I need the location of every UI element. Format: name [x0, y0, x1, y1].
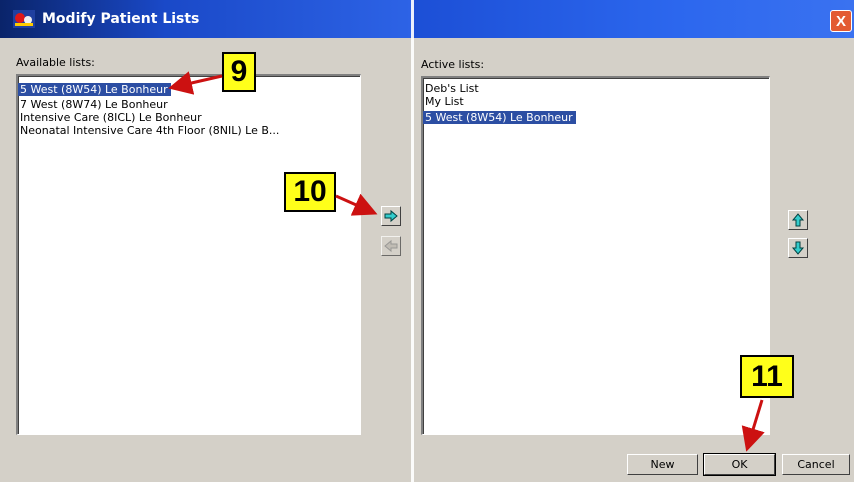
active-list-item[interactable]: My List	[423, 95, 769, 108]
available-list-item[interactable]: 7 West (8W74) Le Bonheur	[18, 98, 360, 111]
callout-10: 10	[284, 172, 336, 212]
available-lists-listbox[interactable]: 5 West (8W54) Le Bonheur 7 West (8W74) L…	[16, 74, 361, 435]
move-left-button[interactable]	[381, 236, 401, 256]
callout-9: 9	[222, 52, 256, 92]
new-button[interactable]: New	[627, 454, 698, 475]
available-lists-label: Available lists:	[16, 56, 95, 69]
ok-button[interactable]: OK	[703, 453, 776, 476]
arrow-left-icon	[384, 239, 398, 253]
arrow-down-icon	[791, 241, 805, 255]
move-right-button[interactable]	[381, 206, 401, 226]
active-list-item[interactable]: 5 West (8W54) Le Bonheur	[423, 111, 576, 124]
arrow-right-icon	[384, 209, 398, 223]
title-bar-right: X	[413, 0, 854, 38]
arrow-up-icon	[791, 213, 805, 227]
active-lists-listbox[interactable]: Deb's List My List 5 West (8W54) Le Bonh…	[421, 76, 770, 435]
active-list-item[interactable]: Deb's List	[423, 82, 769, 95]
window-title: Modify Patient Lists	[42, 11, 200, 27]
active-lists-label: Active lists:	[421, 58, 485, 71]
close-button[interactable]: X	[830, 10, 852, 32]
title-bar[interactable]: Modify Patient Lists	[0, 0, 413, 38]
available-list-item[interactable]: Neonatal Intensive Care 4th Floor (8NIL)…	[18, 124, 360, 137]
available-list-item[interactable]: 5 West (8W54) Le Bonheur	[18, 83, 171, 96]
move-up-button[interactable]	[788, 210, 808, 230]
cancel-button[interactable]: Cancel	[782, 454, 850, 475]
available-list-item[interactable]: Intensive Care (8ICL) Le Bonheur	[18, 111, 360, 124]
app-icon	[12, 8, 36, 30]
move-down-button[interactable]	[788, 238, 808, 258]
callout-11: 11	[740, 355, 794, 398]
screenshot-divider	[411, 0, 414, 482]
